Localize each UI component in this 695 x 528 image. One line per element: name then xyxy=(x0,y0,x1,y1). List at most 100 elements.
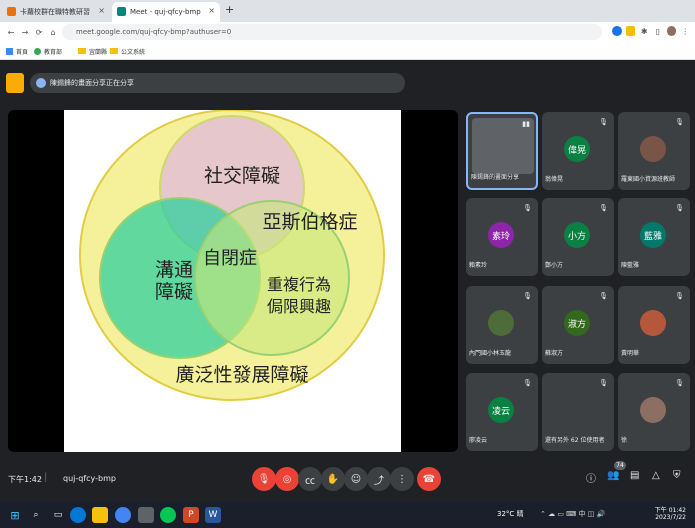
participant-name: 徐 xyxy=(621,437,628,444)
back-icon[interactable]: ← xyxy=(6,27,16,37)
participant-avatar: 偉晃 xyxy=(564,136,590,162)
tab-title: 卡蘿校群在職特教研習 xyxy=(20,8,90,16)
puzzle-icon[interactable]: ✱ xyxy=(639,26,649,36)
site-icon xyxy=(34,47,41,55)
present-button[interactable]: ⤴ xyxy=(367,467,391,491)
clock-time: 下午 01:42 xyxy=(654,507,686,514)
extension-icon[interactable] xyxy=(625,26,636,36)
mic-off-button[interactable]: 🎙 xyxy=(252,467,276,491)
participant-tile[interactable]: 小方鄭小方 🎙 xyxy=(542,198,614,276)
participant-tile[interactable]: 偉晃 翁偉晃 🎙 xyxy=(542,112,614,190)
mic-off-icon: 🎙 xyxy=(599,379,608,387)
meeting-code: quj-qfcy-bmp xyxy=(63,474,116,483)
participant-name: 翁偉晃 xyxy=(545,176,564,183)
leave-call-button[interactable]: ☎ xyxy=(417,467,441,491)
chrome-window-icon[interactable] xyxy=(138,507,154,523)
slide: 社交障礙 亞斯伯格症 自閉症 溝通 障礙 重複行為 侷限興趣 廣泛性發展障礙 xyxy=(64,109,401,452)
line-icon[interactable] xyxy=(160,507,176,523)
chrome-icon[interactable] xyxy=(115,507,131,523)
activities-icon[interactable]: △ xyxy=(652,470,660,481)
close-icon[interactable]: × xyxy=(98,6,105,15)
more-options-button[interactable]: ⋮ xyxy=(390,467,414,491)
info-icon[interactable]: ⓘ xyxy=(586,470,596,485)
camera-off-button[interactable]: ◎ xyxy=(275,467,299,491)
participant-name: 賴素玲 xyxy=(469,262,488,269)
close-icon[interactable]: × xyxy=(208,6,215,15)
address-bar[interactable]: meet.google.com/quj-qfcy-bmp?authuser=0 xyxy=(62,24,602,40)
folder-icon xyxy=(78,48,86,54)
chat-icon[interactable]: ▤ xyxy=(630,470,639,481)
captions-button[interactable]: ㏄ xyxy=(298,467,322,491)
participant-name: 內門國小林玉龍 xyxy=(469,350,512,357)
mic-off-icon: 🎙 xyxy=(675,292,684,300)
mic-off-icon: 🎙 xyxy=(523,379,532,387)
meet-icon xyxy=(117,7,126,16)
edge-icon[interactable] xyxy=(70,507,86,523)
participant-name: 陳藍雅 xyxy=(621,262,640,269)
profile-avatar[interactable] xyxy=(666,26,677,36)
participant-name: 還有另外 62 位使用者 xyxy=(545,437,605,444)
circle-label-repetitive-2: 侷限興趣 xyxy=(267,297,331,316)
participant-name: 黃明華 xyxy=(621,350,640,357)
participant-avatar xyxy=(640,136,666,162)
clock-date: 2023/7/22 xyxy=(655,514,686,521)
new-tab-icon[interactable]: + xyxy=(225,3,234,16)
extension-icon[interactable] xyxy=(612,26,622,36)
participant-tile[interactable]: 內門國小林玉龍 🎙 xyxy=(466,286,538,364)
file-explorer-icon[interactable] xyxy=(92,507,108,523)
participant-tile[interactable]: 素玲賴素玲 🎙 xyxy=(466,198,538,276)
participant-tile[interactable]: 還有另外 62 位使用者 🎙 xyxy=(542,373,614,451)
emoji-button[interactable]: ☺ xyxy=(344,467,368,491)
folder-icon xyxy=(110,48,118,54)
powerpoint-icon[interactable]: P xyxy=(183,507,199,523)
forward-icon[interactable]: → xyxy=(20,27,30,37)
home-icon[interactable]: ⌂ xyxy=(48,27,58,37)
bookmark-item[interactable]: 宜蘭縣 xyxy=(78,44,107,58)
participant-tile[interactable]: 徐 🎙 xyxy=(618,373,690,451)
people-icon[interactable]: 👥 xyxy=(607,470,619,481)
pin-icon[interactable] xyxy=(6,73,24,93)
task-view-icon[interactable]: ▭ xyxy=(50,507,66,523)
tab-1[interactable]: 卡蘿校群在職特教研習 × xyxy=(2,2,110,22)
url-text: meet.google.com/quj-qfcy-bmp?authuser=0 xyxy=(76,28,232,36)
circle-label-communication-2: 障礙 xyxy=(155,281,193,303)
bookmark-item[interactable]: 教育部 xyxy=(34,44,62,58)
search-icon[interactable]: ⌕ xyxy=(28,507,44,523)
bookmark-item[interactable]: 公文系統 xyxy=(110,44,145,58)
banner-text: 陳錫鋒的畫面分享正在分享 xyxy=(50,79,134,87)
bookmark-label: 宜蘭縣 xyxy=(89,48,108,56)
host-controls-icon[interactable]: ⛨ xyxy=(673,470,681,481)
speaking-icon: ▮▮ xyxy=(522,120,530,128)
raise-hand-button[interactable]: ✋ xyxy=(321,467,345,491)
sidepanel-icon[interactable]: ▯ xyxy=(653,26,663,36)
participant-tile[interactable]: 藍雅 陳藍雅 🎙 xyxy=(618,198,690,276)
venn-diagram: 社交障礙 亞斯伯格症 自閉症 溝通 障礙 重複行為 侷限興趣 廣泛性發展障礙 xyxy=(79,109,385,401)
mic-off-icon: 🎙 xyxy=(523,292,532,300)
participant-name: 廖凌云 xyxy=(469,437,488,444)
bookmark-item[interactable]: 首頁 xyxy=(6,44,28,58)
divider: | xyxy=(44,472,48,483)
participant-name: 鄭小方 xyxy=(545,262,564,269)
participant-avatar xyxy=(640,397,666,423)
bookmark-label: 教育部 xyxy=(44,48,63,56)
mic-off-icon: 🎙 xyxy=(523,204,532,212)
reload-icon[interactable]: ⟳ xyxy=(34,27,44,37)
participant-avatar: 小方 xyxy=(564,222,590,248)
participant-tile[interactable]: 淑方 蘇淑方 🎙 xyxy=(542,286,614,364)
tab-2[interactable]: Meet - quj-qfcy-bmp × xyxy=(112,2,220,22)
participant-tile[interactable]: 陳錫鋒的畫面分享 ▮▮ xyxy=(466,112,538,190)
menu-icon[interactable]: ⋮ xyxy=(680,26,690,36)
participant-tile[interactable]: 黃明華 🎙 xyxy=(618,286,690,364)
tray-icons[interactable]: ⌃ ☁ ▭ ⌨ 中 ◫ 🔊 xyxy=(540,509,605,519)
participant-tile[interactable]: 羅東國小資源班教師 🎙 xyxy=(618,112,690,190)
participant-tile[interactable]: 凌云廖凌云 🎙 xyxy=(466,373,538,451)
extensions: ✱ ▯ ⋮ xyxy=(612,26,690,38)
tab-favicon-icon xyxy=(7,7,16,16)
participant-avatar: 凌云 xyxy=(488,397,514,423)
start-icon[interactable]: ⊞ xyxy=(7,507,23,523)
word-icon[interactable]: W xyxy=(205,507,221,523)
meeting-time: 下午1:42 xyxy=(8,475,42,484)
label-aspergers: 亞斯伯格症 xyxy=(262,211,357,233)
participant-avatar: 素玲 xyxy=(488,222,514,248)
mic-off-icon: 🎙 xyxy=(599,204,608,212)
